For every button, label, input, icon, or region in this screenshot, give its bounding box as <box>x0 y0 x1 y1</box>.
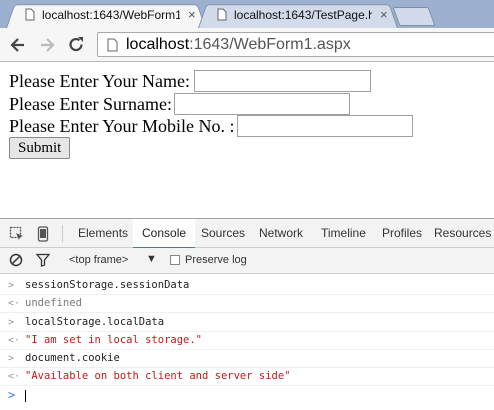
tab-testpage[interactable]: localhost:1643/TestPage.h × <box>198 2 398 28</box>
result-arrow-icon: <· <box>8 371 21 382</box>
filter-icon[interactable] <box>35 253 51 272</box>
submit-button[interactable]: Submit <box>9 137 71 159</box>
tab-profiles[interactable]: Profiles <box>375 219 429 248</box>
surname-row: Please Enter Surname: <box>9 93 350 115</box>
mobile-input[interactable] <box>237 115 413 137</box>
console-result-line: <· undefined <box>0 295 494 313</box>
reload-icon[interactable] <box>66 35 86 55</box>
toolbar-divider <box>62 225 63 242</box>
clear-console-icon[interactable] <box>9 253 23 272</box>
close-icon[interactable]: × <box>380 8 388 21</box>
console-input-line: > document.cookie <box>0 350 494 368</box>
mobile-row: Please Enter Your Mobile No. : <box>9 115 413 137</box>
result-arrow-icon: <· <box>8 298 21 309</box>
console-text: undefined <box>25 297 82 309</box>
console-text: sessionStorage.sessionData <box>25 279 190 291</box>
tab-sources[interactable]: Sources <box>194 219 252 248</box>
url-path: :1643/WebForm1.aspx <box>189 36 351 53</box>
console-toolbar: <top frame> ▼ Preserve log <box>0 248 494 274</box>
browser-toolbar: localhost:1643/WebForm1.aspx <box>0 28 494 62</box>
prompt-chevron-icon: > <box>8 388 16 402</box>
text-caret <box>25 390 26 402</box>
forward-arrow-icon[interactable] <box>37 35 57 55</box>
tab-network[interactable]: Network <box>252 219 310 248</box>
console-input-line: > sessionStorage.sessionData <box>0 277 494 295</box>
new-tab-button[interactable] <box>392 7 436 26</box>
input-chevron-icon: > <box>8 317 15 328</box>
console-text: "Available on both client and server sid… <box>25 370 291 382</box>
console-prompt[interactable]: > <box>0 387 494 405</box>
tab-timeline[interactable]: Timeline <box>314 219 373 248</box>
url-text: localhost:1643/WebForm1.aspx <box>126 36 351 54</box>
console-output[interactable]: > sessionStorage.sessionData <· undefine… <box>0 274 494 410</box>
console-result-line: <· "Available on both client and server … <box>0 368 494 386</box>
tab-resources[interactable]: Resources <box>431 219 494 248</box>
inspect-element-icon[interactable] <box>9 226 25 247</box>
result-arrow-icon: <· <box>8 335 21 346</box>
console-text: "I am set in local storage." <box>25 334 203 346</box>
surname-input[interactable] <box>174 93 350 115</box>
url-host: localhost <box>126 36 190 53</box>
tab-elements[interactable]: Elements <box>70 219 136 248</box>
address-bar[interactable]: localhost:1643/WebForm1.aspx <box>97 32 494 57</box>
mobile-label: Please Enter Your Mobile No. : <box>9 116 235 136</box>
console-result-line: <· "I am set in local storage." <box>0 332 494 350</box>
frame-select[interactable]: <top frame> <box>69 254 128 266</box>
name-input[interactable] <box>194 70 371 92</box>
tab-console[interactable]: Console <box>133 219 196 249</box>
page-content: Please Enter Your Name: Please Enter Sur… <box>0 62 494 218</box>
console-text: document.cookie <box>25 352 120 364</box>
page-icon <box>25 8 35 21</box>
dropdown-arrow-icon[interactable]: ▼ <box>146 253 157 265</box>
name-row: Please Enter Your Name: <box>9 70 371 92</box>
back-arrow-icon[interactable] <box>8 35 28 55</box>
surname-label: Please Enter Surname: <box>9 94 172 114</box>
console-input-line: > localStorage.localData <box>0 314 494 332</box>
close-icon[interactable]: × <box>188 8 196 21</box>
console-text: localStorage.localData <box>25 316 165 328</box>
page-icon <box>217 8 227 21</box>
tab-strip: localhost:1643/WebForm1 × localhost:1643… <box>0 0 494 28</box>
input-chevron-icon: > <box>8 353 15 364</box>
device-mode-icon[interactable] <box>37 226 49 247</box>
input-chevron-icon: > <box>8 280 15 291</box>
devtools-tabbar: Elements Console Sources Network Timelin… <box>0 218 494 249</box>
name-label: Please Enter Your Name: <box>9 71 190 91</box>
page-icon <box>107 38 118 57</box>
tab-webform1[interactable]: localhost:1643/WebForm1 × <box>6 2 206 28</box>
preserve-log-label: Preserve log <box>185 254 247 266</box>
tab-title: localhost:1643/WebForm1 <box>42 8 180 22</box>
devtools-panel: Elements Console Sources Network Timelin… <box>0 218 494 410</box>
tab-title: localhost:1643/TestPage.h <box>234 8 372 22</box>
preserve-log-checkbox[interactable] <box>170 255 180 265</box>
